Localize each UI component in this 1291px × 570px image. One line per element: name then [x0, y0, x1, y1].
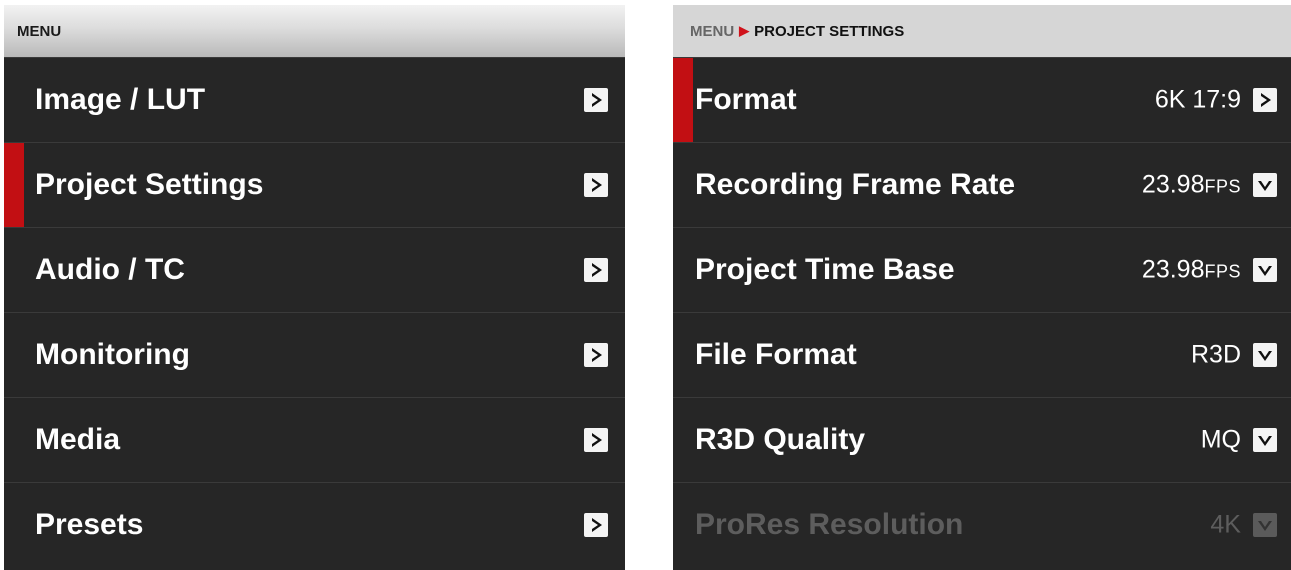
menu-panel: MENU Image / LUT Project Settings Audio … [4, 5, 625, 570]
chevron-right-icon[interactable] [584, 258, 608, 282]
setting-recording-frame-rate[interactable]: Recording Frame Rate 23.98FPS [673, 142, 1291, 227]
chevron-down-icon[interactable] [1253, 343, 1277, 367]
setting-value: R3D [1190, 340, 1241, 369]
menu-item-label: Media [35, 423, 121, 456]
setting-format[interactable]: Format 6K 17:9 [673, 57, 1291, 142]
setting-r3d-quality[interactable]: R3D Quality MQ [673, 397, 1291, 482]
menu-item-label: Monitoring [35, 338, 190, 371]
setting-unit: FPS [1204, 261, 1241, 282]
chevron-down-icon[interactable] [1253, 258, 1277, 282]
chevron-right-icon[interactable] [584, 428, 608, 452]
menu-item-label: Project Settings [35, 168, 264, 201]
setting-value: MQ [1200, 425, 1241, 454]
setting-value: 4K [1210, 510, 1241, 539]
chevron-down-icon [1253, 513, 1277, 537]
menu-item-image-lut[interactable]: Image / LUT [4, 57, 625, 142]
setting-label: Recording Frame Rate [695, 168, 1016, 201]
project-settings-panel: MENU ▶ PROJECT SETTINGS Format 6K 17:9 R… [673, 5, 1291, 570]
selection-indicator [673, 58, 693, 142]
menu-header: MENU [4, 5, 625, 57]
menu-item-audio-tc[interactable]: Audio / TC [4, 227, 625, 312]
setting-value: 23.98FPS [1141, 170, 1241, 199]
chevron-right-icon[interactable] [584, 343, 608, 367]
setting-label: Project Time Base [695, 253, 955, 286]
chevron-right-icon[interactable] [584, 513, 608, 537]
menu-item-label: Presets [35, 508, 144, 541]
setting-prores-resolution: ProRes Resolution 4K [673, 482, 1291, 567]
menu-item-label: Image / LUT [35, 83, 206, 116]
breadcrumb: MENU ▶ PROJECT SETTINGS [673, 5, 1291, 57]
setting-label: R3D Quality [695, 423, 866, 456]
menu-item-label: Audio / TC [35, 253, 185, 286]
setting-value: 6K 17:9 [1154, 85, 1241, 114]
chevron-right-icon[interactable] [1253, 88, 1277, 112]
setting-project-time-base[interactable]: Project Time Base 23.98FPS [673, 227, 1291, 312]
menu-item-media[interactable]: Media [4, 397, 625, 482]
setting-file-format[interactable]: File Format R3D [673, 312, 1291, 397]
menu-title: MENU [17, 22, 62, 40]
setting-label: ProRes Resolution [695, 508, 964, 541]
menu-item-project-settings[interactable]: Project Settings [4, 142, 625, 227]
setting-label: File Format [695, 338, 857, 371]
chevron-down-icon[interactable] [1253, 173, 1277, 197]
chevron-right-icon[interactable] [584, 173, 608, 197]
setting-unit: FPS [1204, 176, 1241, 197]
menu-item-monitoring[interactable]: Monitoring [4, 312, 625, 397]
chevron-right-icon[interactable] [584, 88, 608, 112]
menu-item-presets[interactable]: Presets [4, 482, 625, 567]
chevron-down-icon[interactable] [1253, 428, 1277, 452]
breadcrumb-separator-icon: ▶ [739, 23, 750, 38]
breadcrumb-current: PROJECT SETTINGS [754, 22, 905, 40]
setting-value: 23.98FPS [1141, 255, 1241, 284]
selection-indicator [4, 143, 24, 227]
breadcrumb-root[interactable]: MENU [690, 23, 734, 40]
